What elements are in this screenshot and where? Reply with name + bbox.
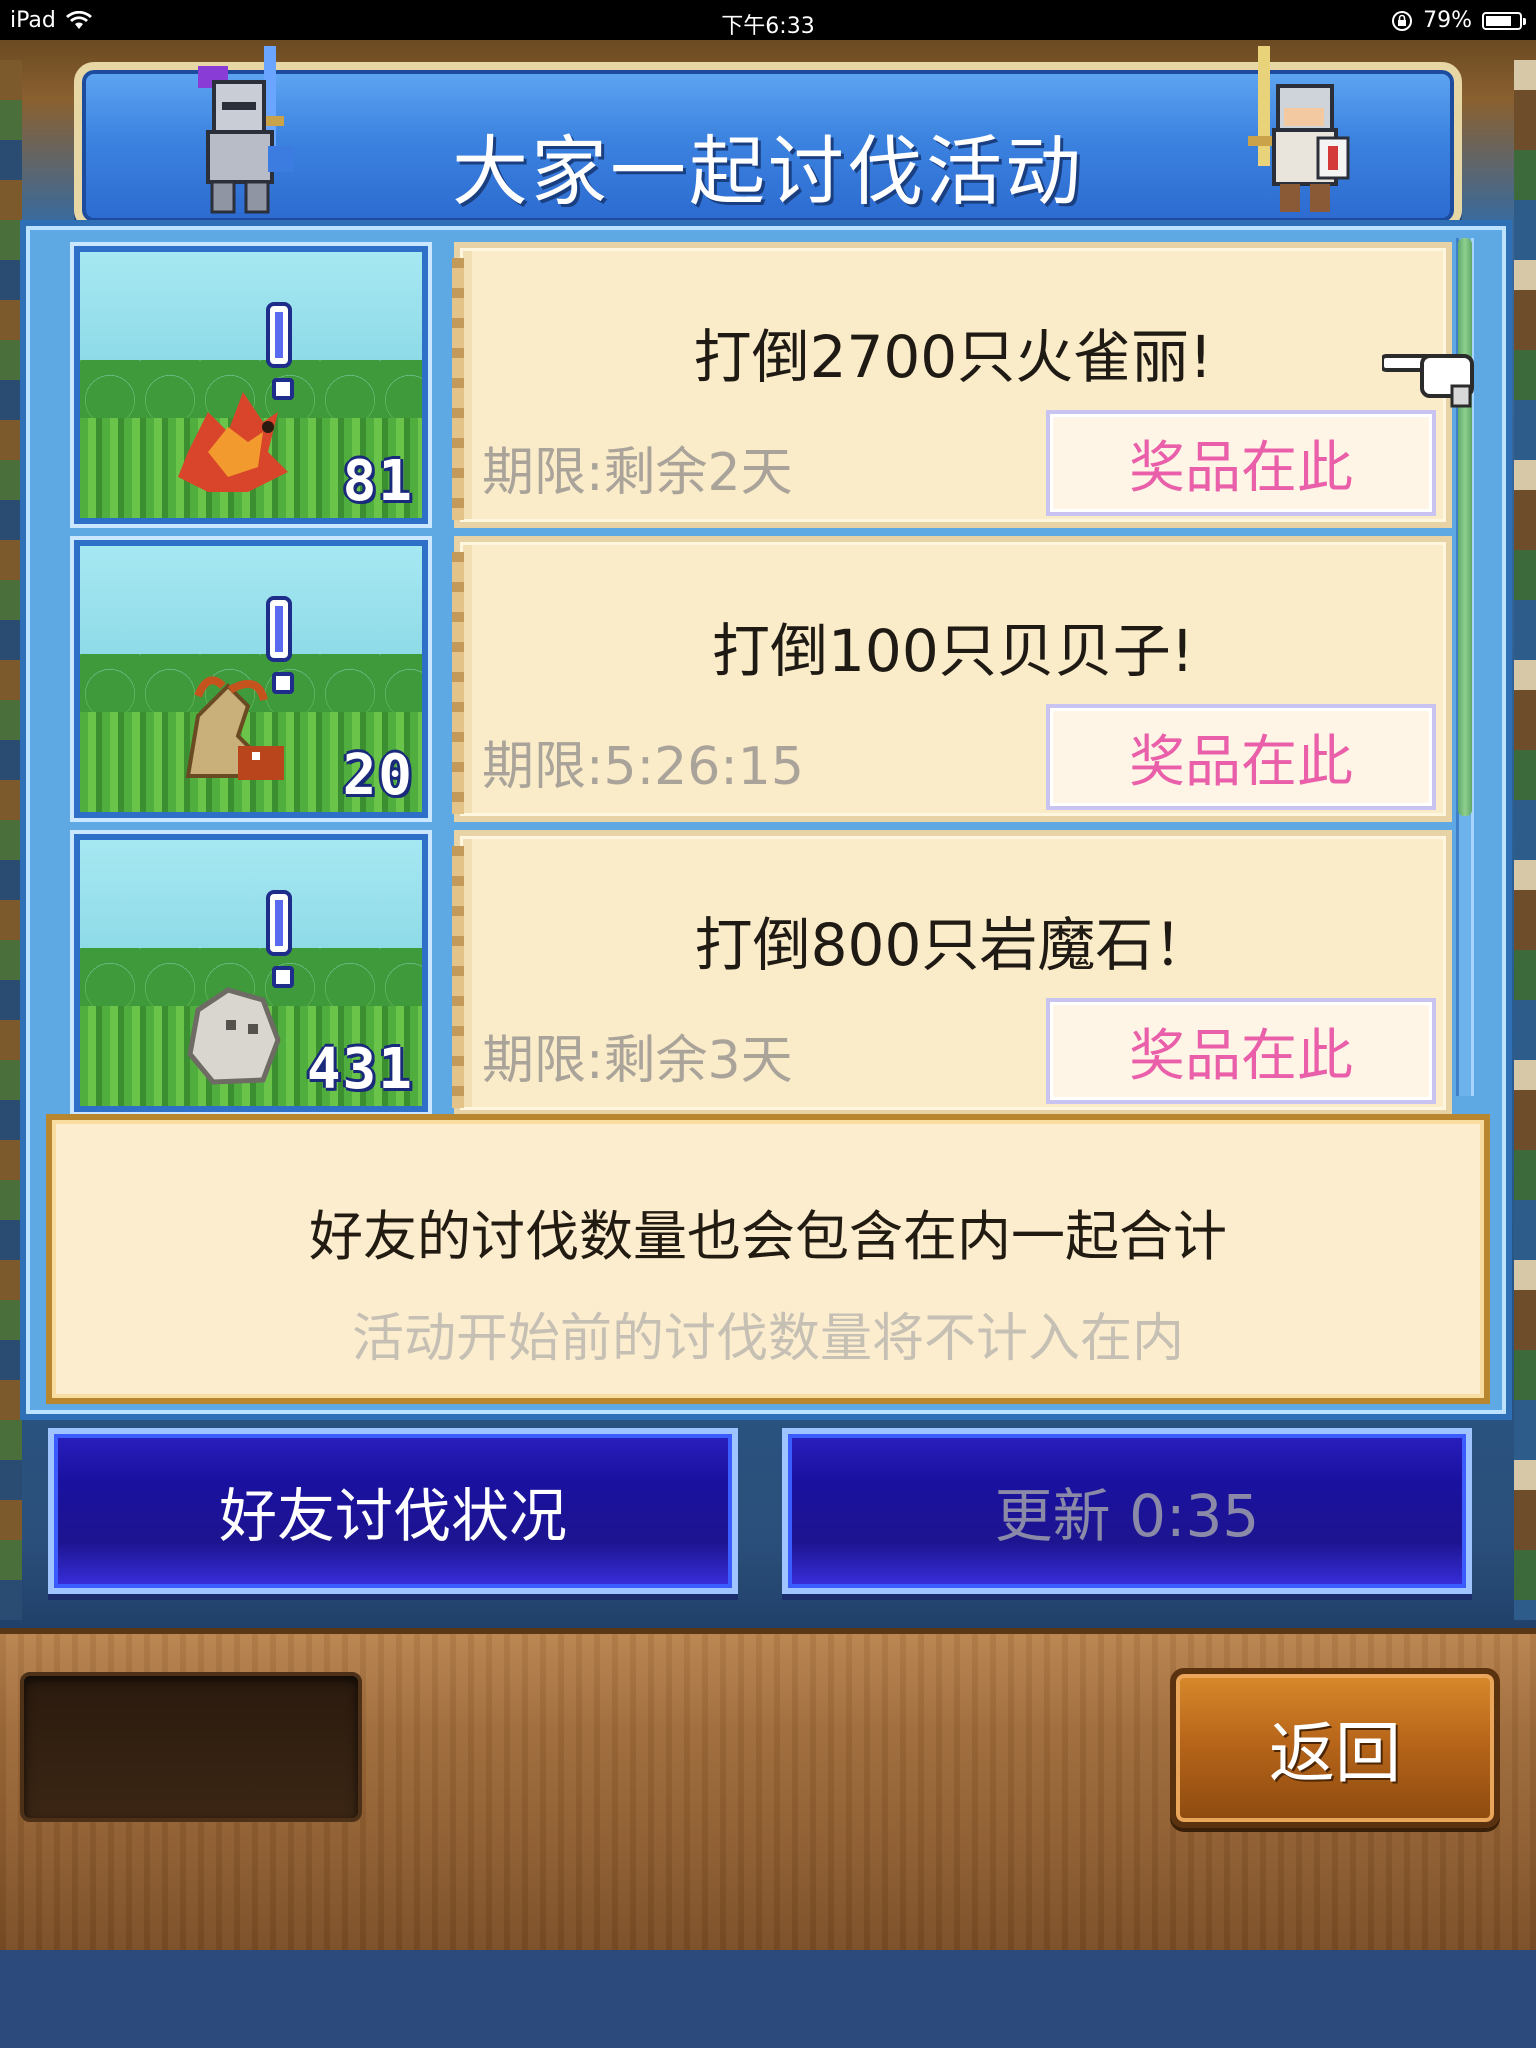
hermit-crab-icon (185, 676, 284, 780)
battery-icon (1482, 11, 1526, 30)
map-edge-left (0, 60, 22, 1620)
monster-card: 20 (70, 536, 432, 822)
knight-icon (198, 46, 294, 214)
status-bar: iPad 下午6:33 79% (0, 0, 1536, 40)
info-box: 好友的讨伐数量也会包含在内一起合计 活动开始前的讨伐数量将不计入在内 (46, 1114, 1490, 1404)
monster-card: 431 (70, 830, 432, 1116)
quest-row: 20 打倒100只贝贝子! 期限:5:26:15 奖品在此 (70, 536, 1462, 822)
quest-title: 打倒2700只火雀丽! (693, 323, 1213, 391)
friends-status-button[interactable]: 好友讨伐状况 (48, 1428, 738, 1594)
quest-scroll: 打倒800只岩魔石！ 期限:剩余3天 奖品在此 (452, 830, 1452, 1116)
kill-count: 20 (342, 743, 414, 808)
empty-slot (20, 1672, 362, 1822)
quest-deadline: 期限:剩余2天 (482, 443, 793, 503)
kill-count: 431 (306, 1037, 414, 1102)
clock: 下午6:33 (721, 14, 815, 39)
quest-title: 打倒800只岩魔石！ (694, 911, 1212, 979)
reward-button[interactable]: 奖品在此 (1046, 998, 1436, 1104)
refresh-button[interactable]: 更新 0:35 (782, 1428, 1472, 1594)
orientation-lock-icon (1392, 10, 1413, 31)
reward-button[interactable]: 奖品在此 (1046, 704, 1436, 810)
phoenix-icon (178, 392, 288, 492)
info-main-text: 好友的讨伐数量也会包含在内一起合计 (309, 1205, 1227, 1268)
battery-percent: 79% (1423, 8, 1472, 33)
quest-scroll: 打倒100只贝贝子! 期限:5:26:15 奖品在此 (452, 536, 1452, 822)
rock-golem-icon (187, 987, 281, 1085)
reward-button[interactable]: 奖品在此 (1046, 410, 1436, 516)
soldier-icon (1248, 46, 1350, 212)
bottom-fill (0, 1950, 1536, 2048)
alert-icon (266, 890, 294, 988)
quest-title: 打倒100只贝贝子! (712, 617, 1194, 685)
alert-icon (266, 596, 294, 694)
map-edge-right (1514, 60, 1536, 1620)
quest-deadline: 期限:剩余3天 (482, 1031, 793, 1091)
quest-row: 81 打倒2700只火雀丽! 期限:剩余2天 奖品在此 (70, 242, 1462, 528)
kill-count: 81 (342, 449, 414, 514)
info-sub-text: 活动开始前的讨伐数量将不计入在内 (351, 1309, 1184, 1369)
monster-card: 81 (70, 242, 432, 528)
alert-icon (266, 302, 294, 400)
quest-row: 431 打倒800只岩魔石！ 期限:剩余3天 奖品在此 (70, 830, 1462, 1116)
quest-scroll: 打倒2700只火雀丽! 期限:剩余2天 奖品在此 (452, 242, 1452, 528)
quest-deadline: 期限:5:26:15 (482, 737, 804, 797)
back-button[interactable]: 返回 (1170, 1668, 1500, 1828)
pointing-hand-icon (1382, 354, 1474, 408)
scrollbar-thumb[interactable] (1458, 238, 1472, 816)
